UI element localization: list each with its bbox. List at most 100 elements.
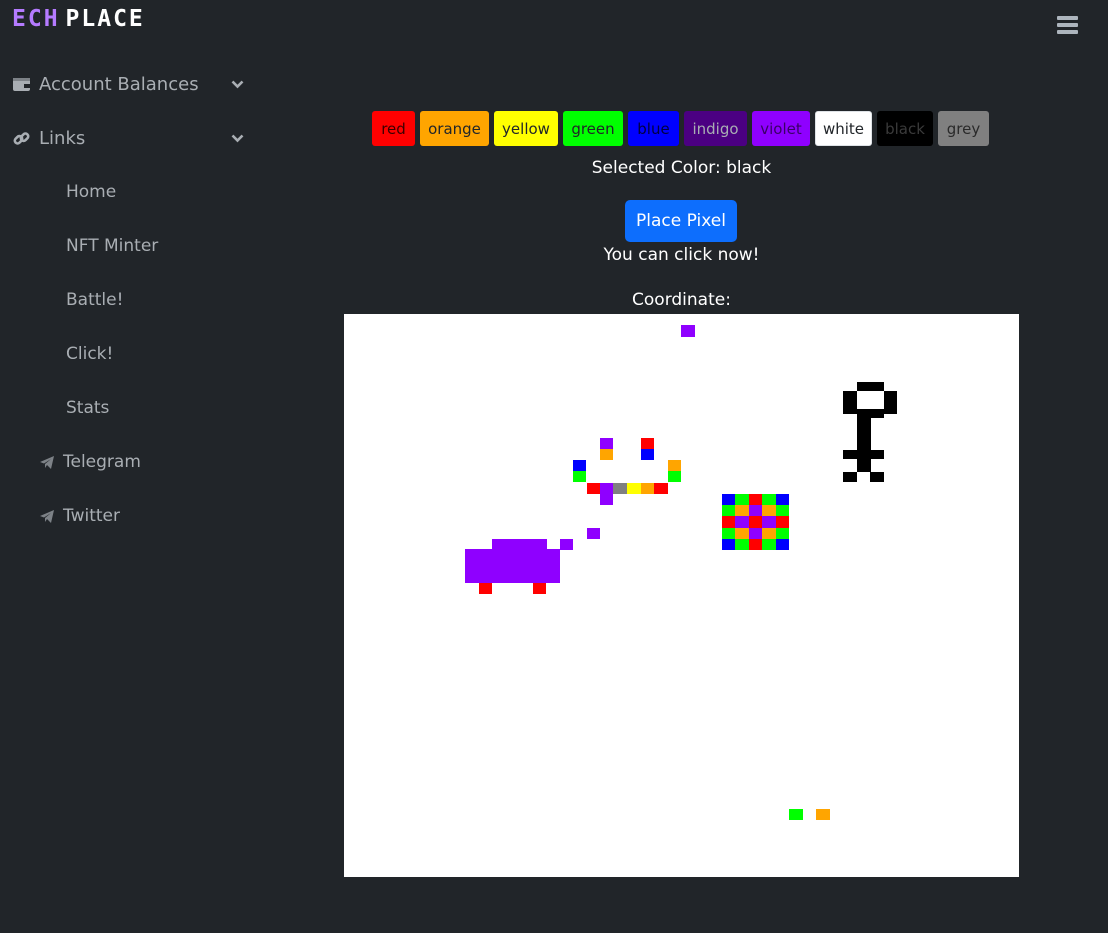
menu-toggle-button[interactable]: [1057, 16, 1078, 34]
sidebar-link-battle[interactable]: Battle!: [66, 290, 123, 310]
canvas-pixel: [641, 483, 654, 494]
canvas-pixel: [735, 516, 749, 528]
canvas-pixel: [857, 409, 884, 418]
canvas-pixel: [857, 418, 871, 450]
canvas-pixel: [722, 505, 736, 517]
sidebar-item-label: Links: [39, 127, 86, 149]
canvas-pixel: [573, 460, 586, 471]
sidebar-link-nft-minter[interactable]: NFT Minter: [66, 236, 158, 256]
canvas-pixel: [587, 528, 600, 539]
sidebar-item-label: Account Balances: [39, 73, 199, 95]
sidebar-link-stats[interactable]: Stats: [66, 398, 109, 418]
canvas-pixel: [762, 516, 776, 528]
canvas-pixel: [722, 538, 736, 550]
canvas-pixel: [843, 391, 857, 414]
canvas-pixel: [775, 505, 789, 517]
canvas-pixel: [816, 809, 830, 820]
canvas-pixel: [735, 538, 749, 550]
coordinate-label: Coordinate:: [632, 290, 731, 310]
canvas-pixel: [668, 471, 681, 482]
brand-part-place: PLACE: [65, 6, 145, 32]
canvas-pixel: [735, 527, 749, 539]
canvas-pixel: [870, 472, 884, 482]
canvas-pixel: [722, 527, 736, 539]
canvas-pixel: [465, 549, 560, 583]
color-button-yellow[interactable]: yellow: [494, 111, 558, 146]
canvas-pixel: [748, 538, 763, 550]
color-button-indigo[interactable]: indigo: [684, 111, 747, 146]
canvas-pixel: [681, 325, 695, 337]
sidebar-link-click[interactable]: Click!: [66, 344, 113, 364]
canvas-pixel: [479, 583, 492, 594]
sidebar-item-account-balances[interactable]: Account Balances: [12, 71, 243, 97]
color-button-grey[interactable]: grey: [938, 111, 989, 146]
canvas-pixel: [884, 391, 897, 414]
color-button-white[interactable]: white: [815, 111, 872, 146]
place-pixel-button[interactable]: Place Pixel: [625, 200, 737, 242]
color-button-orange[interactable]: orange: [420, 111, 489, 146]
canvas-pixel: [748, 527, 763, 539]
canvas-pixel: [573, 471, 586, 482]
color-button-violet[interactable]: violet: [752, 111, 810, 146]
color-button-red[interactable]: red: [372, 111, 415, 146]
canvas-pixel: [587, 483, 600, 494]
canvas-pixel: [775, 538, 789, 550]
canvas-pixel: [560, 539, 573, 550]
menu-icon-bar: [1057, 23, 1078, 27]
sidebar-link-telegram[interactable]: Telegram: [40, 452, 141, 472]
telegram-icon: [40, 509, 54, 523]
canvas-pixel: [775, 527, 789, 539]
pixel-canvas[interactable]: [344, 314, 1019, 877]
canvas-pixel: [600, 438, 613, 449]
canvas-pixel: [668, 460, 681, 471]
canvas-pixel: [735, 494, 749, 506]
canvas-pixel: [641, 438, 654, 449]
canvas-pixel: [762, 538, 776, 550]
color-button-blue[interactable]: blue: [628, 111, 679, 146]
canvas-pixel: [600, 449, 613, 460]
chevron-down-icon[interactable]: [230, 71, 244, 97]
telegram-icon: [40, 455, 54, 469]
link-icon: [12, 130, 30, 147]
color-button-black[interactable]: black: [877, 111, 933, 146]
canvas-pixel: [748, 516, 763, 528]
color-palette: red orange yellow green blue indigo viol…: [372, 111, 994, 146]
canvas-pixel: [641, 449, 654, 460]
canvas-pixel: [762, 527, 776, 539]
menu-icon-bar: [1057, 16, 1078, 20]
canvas-pixel: [762, 505, 776, 517]
canvas-pixel: [857, 459, 871, 472]
canvas-pixel: [748, 494, 763, 506]
color-button-green[interactable]: green: [563, 111, 623, 146]
sidebar-link-twitter[interactable]: Twitter: [40, 506, 120, 526]
canvas-pixel: [775, 516, 789, 528]
menu-icon-bar: [1057, 30, 1078, 34]
canvas-pixel: [843, 472, 857, 482]
canvas-pixel: [613, 483, 627, 494]
canvas-pixel: [762, 494, 776, 506]
canvas-pixel: [722, 516, 736, 528]
canvas-pixel: [735, 505, 749, 517]
sidebar-item-links[interactable]: Links: [12, 125, 243, 151]
selected-color-label: Selected Color:: [591, 158, 721, 178]
coordinate-readout: Coordinate:: [344, 290, 1019, 310]
click-status-text: You can click now!: [603, 245, 760, 265]
sidebar-link-label: Telegram: [63, 452, 141, 472]
canvas-pixel: [600, 483, 613, 505]
canvas-pixel: [775, 494, 789, 506]
sidebar-link-home[interactable]: Home: [66, 182, 116, 202]
canvas-pixel: [533, 583, 546, 594]
selected-color-value: black: [726, 158, 772, 178]
brand-logo[interactable]: ECH PLACE: [12, 6, 145, 32]
selected-color-text: Selected Color: black: [344, 158, 1019, 178]
wallet-icon: [12, 77, 30, 92]
chevron-down-icon[interactable]: [230, 125, 244, 151]
sidebar-link-label: Twitter: [63, 506, 120, 526]
canvas-pixel: [722, 494, 736, 506]
canvas-pixel: [789, 809, 803, 820]
canvas-pixel: [627, 483, 641, 494]
canvas-pixel: [654, 483, 668, 494]
canvas-pixel: [857, 382, 884, 391]
canvas-pixel: [748, 505, 763, 517]
canvas-pixel: [843, 450, 884, 459]
